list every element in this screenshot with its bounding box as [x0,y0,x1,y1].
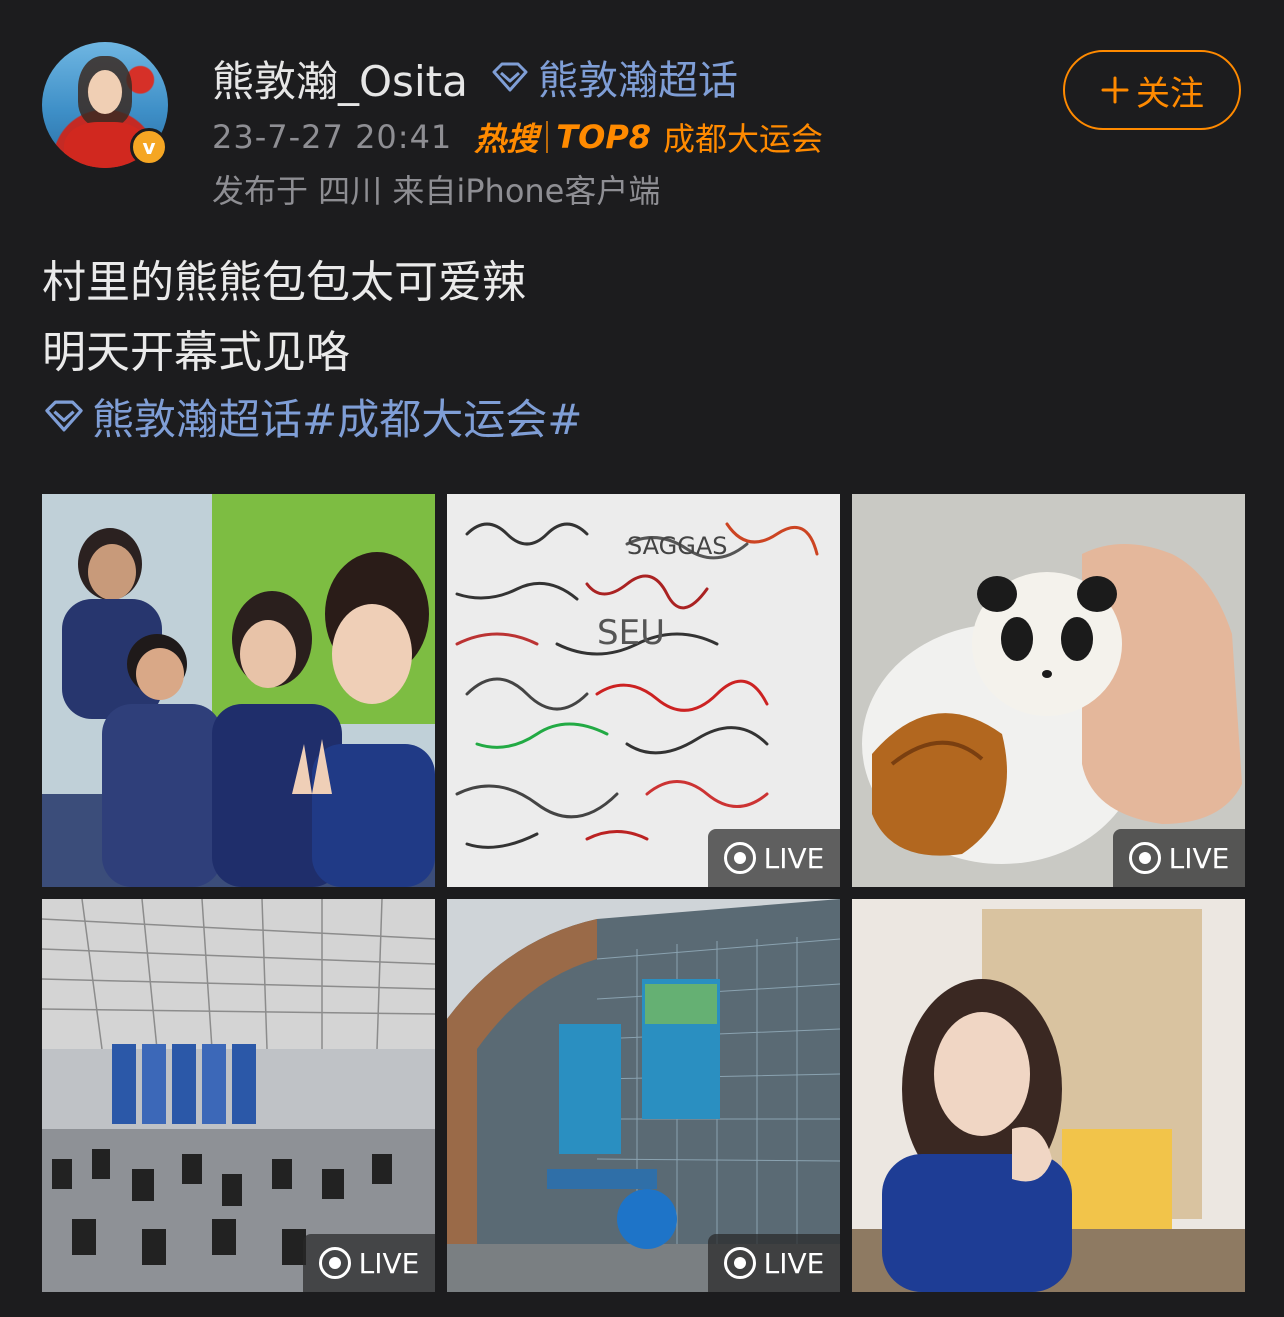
photo-signature-wall[interactable]: SAGGAS SEU LIVE [447,494,840,887]
follow-button[interactable]: 关注 [1063,50,1241,130]
post-text-line-2: 明天开幕式见咯 [42,327,350,378]
follow-label: 关注 [1136,74,1204,113]
super-topic-label: 熊敦瀚超话 [538,58,738,104]
meta-line: 23-7-27 20:41 热搜 TOP8 成都大运会 [212,114,823,160]
photo-venue-building[interactable]: LIVE [447,899,840,1292]
post-source: 发布于 四川 来自iPhone客户端 [212,172,661,210]
photo-dorm-portrait-image [852,899,1245,1292]
hot-search-badge[interactable]: 热搜 [474,114,538,160]
live-label: LIVE [763,1246,825,1280]
photo-group-selfie-image [42,494,435,887]
hot-search-rank[interactable]: TOP8 [556,118,651,156]
live-photo-icon [318,1247,351,1279]
hot-divider [546,121,549,153]
live-label: LIVE [358,1246,420,1280]
post-text: 村里的熊熊包包太可爱辣 明天开幕式见咯 [42,248,526,388]
super-topic-diamond-icon [45,400,83,432]
author-name[interactable]: 熊敦瀚_Osita [212,48,468,109]
live-label: LIVE [763,841,825,875]
photo-gym[interactable]: LIVE [42,899,435,1292]
live-label: LIVE [1168,841,1230,875]
live-photo-icon [723,842,756,874]
svg-text:SAGGAS: SAGGAS [627,532,728,560]
photo-group-selfie[interactable] [42,494,435,887]
super-topic-diamond-icon [492,62,528,92]
live-photo-icon [723,1247,756,1279]
topic-link-label: 熊敦瀚超话#成都大运会# [92,394,583,444]
live-badge: LIVE [708,1234,840,1292]
post-timestamp: 23-7-27 20:41 [212,118,453,156]
photo-panda-bun[interactable]: LIVE [852,494,1245,887]
topic-link[interactable]: 熊敦瀚超话#成都大运会# [42,384,582,448]
photo-dorm-portrait[interactable] [852,899,1245,1292]
live-badge: LIVE [1113,829,1245,887]
post-text-line-1: 村里的熊熊包包太可爱辣 [42,257,526,308]
super-topic-link[interactable]: 熊敦瀚超话 [490,48,738,106]
photo-grid: SAGGAS SEU LIVE LIVE LIVE LIVE [42,494,1245,1292]
live-badge: LIVE [303,1234,435,1292]
svg-text:SEU: SEU [597,613,665,653]
live-badge: LIVE [708,829,840,887]
verified-badge-icon: v [130,128,168,166]
plus-icon [1101,76,1129,104]
hot-search-topic[interactable]: 成都大运会 [663,114,823,160]
live-photo-icon [1128,842,1161,874]
avatar-face [88,70,122,114]
